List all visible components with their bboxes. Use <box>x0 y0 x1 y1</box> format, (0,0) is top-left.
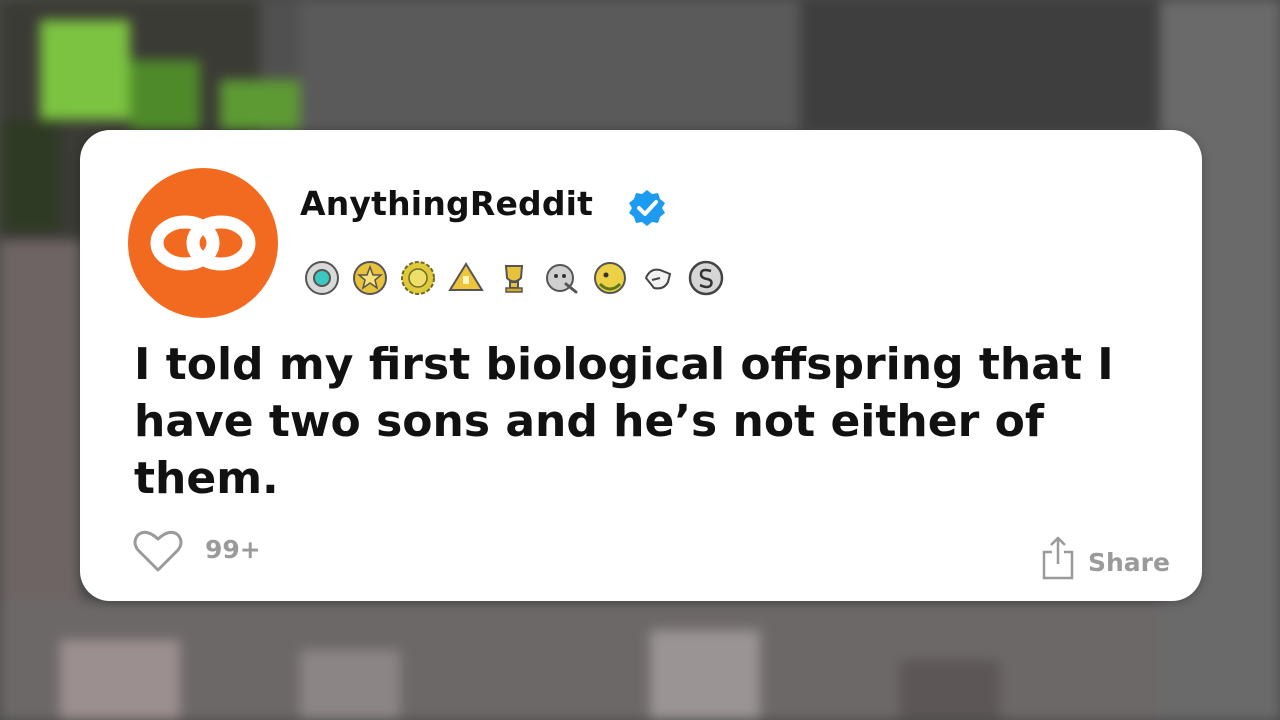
reddit-post-card: AnythingReddit I told my first biologica… <box>80 130 1202 601</box>
award-triangle-icon <box>448 262 484 291</box>
verified-badge-icon <box>629 190 665 226</box>
share-button[interactable]: Share <box>1038 534 1176 584</box>
award-sun-icon <box>401 261 435 295</box>
award-hand-icon <box>644 268 672 290</box>
post-text: I told my first biological offspring tha… <box>134 339 1114 504</box>
award-gold-star-icon <box>353 261 387 295</box>
infinity-logo-icon <box>150 215 256 271</box>
like-count: 99+ <box>205 535 261 564</box>
share-icon <box>1042 536 1074 580</box>
award-platinum-icon <box>305 261 339 295</box>
award-silver-icon <box>688 260 724 296</box>
share-label: Share <box>1088 548 1170 577</box>
award-laurel-icon <box>594 262 626 294</box>
username[interactable]: AnythingReddit <box>300 184 593 223</box>
heart-icon[interactable] <box>130 526 186 576</box>
award-trophy-icon <box>504 265 524 293</box>
award-wholesome-icon <box>546 264 578 294</box>
avatar <box>128 168 278 318</box>
